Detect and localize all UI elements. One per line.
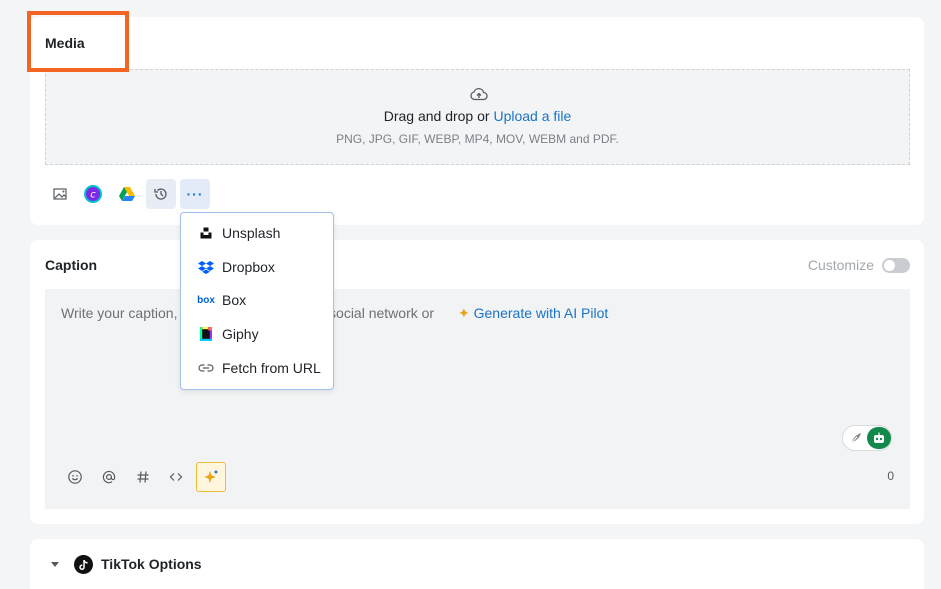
menu-item-label: Box	[222, 292, 247, 308]
caption-placeholder-start: Write your caption,	[61, 305, 178, 321]
dropzone-prefix: Drag and drop or	[383, 108, 494, 124]
media-title-highlight	[27, 11, 129, 72]
mention-icon[interactable]	[94, 462, 124, 492]
unsplash-icon	[197, 224, 215, 242]
canva-icon[interactable]: c	[78, 179, 108, 209]
customize-control: Customize	[808, 257, 910, 273]
tiktok-options-card[interactable]: TikTok Options	[30, 539, 924, 589]
menu-item-label: Giphy	[222, 326, 259, 342]
caption-section-title: Caption	[45, 257, 98, 273]
menu-item-label: Unsplash	[222, 225, 281, 241]
generate-ai-pilot-link[interactable]: ✦ Generate with AI Pilot	[458, 305, 608, 322]
media-card: Media Drag and drop or Upload a file PNG…	[30, 17, 924, 225]
menu-item-box[interactable]: box Box	[181, 285, 333, 315]
generate-ai-label: Generate with AI Pilot	[473, 305, 609, 321]
image-library-icon[interactable]	[45, 179, 75, 209]
emoji-icon[interactable]	[60, 462, 90, 492]
dropzone-text: Drag and drop or Upload a file	[46, 108, 909, 124]
menu-item-fetch-url[interactable]: Fetch from URL	[181, 353, 333, 383]
feather-icon	[850, 433, 861, 444]
customize-label: Customize	[807, 257, 874, 273]
google-drive-icon[interactable]	[112, 179, 142, 209]
upload-file-link[interactable]: Upload a file	[493, 108, 571, 124]
more-icon[interactable]: ···	[180, 179, 210, 209]
history-icon[interactable]	[146, 179, 176, 209]
ai-assistant-badge[interactable]	[842, 425, 892, 451]
toggle-knob	[884, 259, 895, 271]
link-icon	[197, 359, 215, 377]
more-sources-menu: Unsplash Dropbox box Box Giphy Fetch fro…	[180, 212, 334, 390]
sparkle-icon: ✦	[458, 305, 470, 321]
caption-card: Caption Customize Write your caption, th …	[30, 240, 924, 524]
menu-item-label: Dropbox	[222, 259, 275, 275]
menu-item-unsplash[interactable]: Unsplash	[181, 218, 333, 248]
hashtag-icon[interactable]	[128, 462, 158, 492]
chevron-down-icon[interactable]	[51, 562, 59, 567]
upload-cloud-icon	[470, 88, 488, 101]
tiktok-icon	[74, 555, 93, 574]
dropzone-formats: PNG, JPG, GIF, WEBP, MP4, MOV, WEBM and …	[336, 132, 619, 146]
menu-item-label: Fetch from URL	[222, 360, 321, 376]
bot-icon	[867, 427, 891, 449]
menu-item-giphy[interactable]: Giphy	[181, 319, 333, 349]
character-count: 0	[887, 469, 894, 483]
caption-editor[interactable]: Write your caption, th social network or …	[45, 289, 910, 509]
customize-toggle[interactable]	[882, 257, 910, 273]
giphy-icon	[197, 325, 215, 343]
tiktok-options-title: TikTok Options	[101, 556, 202, 572]
code-icon[interactable]	[161, 462, 191, 492]
ai-sparkle-icon[interactable]	[196, 462, 226, 492]
dropbox-icon	[197, 258, 215, 276]
box-icon: box	[197, 294, 215, 306]
svg-text:c: c	[90, 190, 96, 201]
media-dropzone[interactable]: Drag and drop or Upload a file PNG, JPG,…	[45, 69, 910, 165]
menu-item-dropbox[interactable]: Dropbox	[181, 252, 333, 282]
